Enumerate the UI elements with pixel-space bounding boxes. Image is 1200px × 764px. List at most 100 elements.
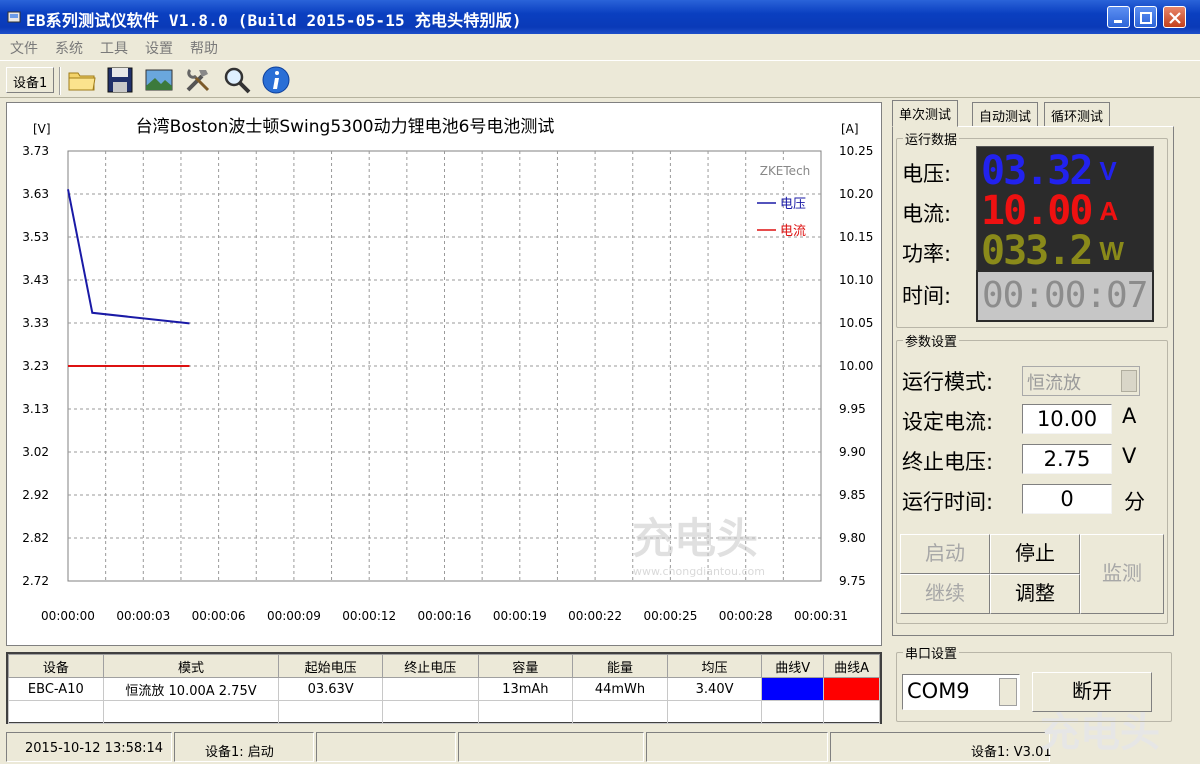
run-data-title: 运行数据 xyxy=(903,129,960,148)
search-icon[interactable] xyxy=(221,64,253,96)
stop-button[interactable]: 停止 xyxy=(990,534,1080,574)
voltage-label: 电压: xyxy=(902,162,952,186)
x-tick: 00:00:19 xyxy=(493,609,547,623)
line-chart: 3.73 3.63 3.53 3.43 3.33 3.23 3.13 3.02 2.92 2.82… xyxy=(22,117,873,623)
brand-label: ZKETech xyxy=(760,164,811,178)
chart-panel: 3.73 3.63 3.53 3.43 3.33 3.23 3.13 3.02 2.92 2.82… xyxy=(6,102,882,646)
cell-device: EBC-A10 xyxy=(8,677,104,701)
cell-curve-v[interactable] xyxy=(761,677,825,701)
cell-end-voltage xyxy=(381,677,479,701)
start-button[interactable]: 启动 xyxy=(900,534,990,574)
y-tick-left: 2.92 xyxy=(22,488,49,502)
set-current-unit: A xyxy=(1122,404,1137,428)
x-tick: 00:00:31 xyxy=(794,609,848,623)
time-value: 00:00:07 xyxy=(982,275,1148,316)
table-row[interactable]: EBC-A10 恒流放 10.00A 2.75V 03.63V 13mAh 44… xyxy=(8,677,880,701)
menu-file[interactable]: 文件 xyxy=(10,38,38,58)
y-tick-right: 9.95 xyxy=(839,402,866,416)
menu-tools[interactable]: 工具 xyxy=(100,38,128,58)
maximize-button[interactable] xyxy=(1134,6,1157,28)
window-title: EB系列测试仪软件 V1.8.0 (Build 2015-05-15 充电头特别… xyxy=(26,11,522,30)
chart-watermark: 充电头 www.chongdiantou.com xyxy=(632,514,765,578)
col-end-voltage[interactable]: 终止电压 xyxy=(381,654,479,678)
curve-v-color-swatch xyxy=(762,678,824,700)
mode-value: 恒流放 xyxy=(1027,373,1081,394)
tools-icon[interactable] xyxy=(182,64,214,96)
chevron-down-icon xyxy=(1121,370,1137,392)
cell-energy: 44mWh xyxy=(572,677,668,701)
y-tick-left: 2.82 xyxy=(22,531,49,545)
tab-auto-test[interactable]: 自动测试 xyxy=(972,102,1039,126)
y-tick-left: 3.33 xyxy=(22,316,49,330)
y-tick-right: 9.75 xyxy=(839,574,866,588)
col-device[interactable]: 设备 xyxy=(8,654,104,678)
title-bar: EB系列测试仪软件 V1.8.0 (Build 2015-05-15 充电头特别… xyxy=(0,0,1200,34)
adjust-button[interactable]: 调整 xyxy=(990,574,1080,614)
status-bar: 2015-10-12 13:58:14 设备1: 启动 设备1: V3.01 xyxy=(0,730,1200,764)
power-readout: 033.2 W xyxy=(981,231,1124,271)
continue-button[interactable]: 继续 xyxy=(900,574,990,614)
status-device-state: 设备1: 启动 xyxy=(174,732,314,762)
y-tick-left: 3.13 xyxy=(22,402,49,416)
set-current-input[interactable]: 10.00 xyxy=(1022,404,1112,434)
menu-bar: 文件 系统 工具 设置 帮助 xyxy=(0,34,1200,58)
y-tick-right: 10.20 xyxy=(839,187,873,201)
status-time: 2015-10-12 13:58:14 xyxy=(6,732,172,762)
minimize-button[interactable] xyxy=(1107,6,1130,28)
current-label: 电流: xyxy=(902,202,952,226)
mode-select[interactable]: 恒流放 xyxy=(1022,366,1140,396)
toolbar: 设备1 xyxy=(0,60,1200,98)
params-title: 参数设置 xyxy=(903,331,960,350)
status-cell-3 xyxy=(316,732,456,762)
cell-capacity: 13mAh xyxy=(477,677,574,701)
end-voltage-label: 终止电压: xyxy=(902,450,994,474)
col-curve-v[interactable]: 曲线V xyxy=(761,654,825,678)
info-icon[interactable] xyxy=(260,64,292,96)
time-label: 时间: xyxy=(902,284,952,308)
power-unit: W xyxy=(1099,236,1124,266)
y-tick-right: 10.15 xyxy=(839,230,873,244)
monitor-button[interactable]: 监测 xyxy=(1080,534,1164,614)
com-port-select[interactable]: COM9 xyxy=(902,674,1020,710)
device-tab[interactable]: 设备1 xyxy=(6,67,55,93)
x-tick: 00:00:25 xyxy=(643,609,697,623)
save-icon[interactable] xyxy=(104,64,136,96)
x-tick: 00:00:06 xyxy=(192,609,246,623)
legend-current: 电流 xyxy=(780,224,806,239)
folder-icon[interactable] xyxy=(66,64,98,96)
voltage-unit: V xyxy=(1099,156,1117,186)
menu-settings[interactable]: 设置 xyxy=(145,38,173,58)
set-current-label: 设定电流: xyxy=(902,410,994,434)
table-header-row: 设备 模式 起始电压 终止电压 容量 能量 均压 曲线V 曲线A xyxy=(8,654,880,678)
cell-curve-a[interactable] xyxy=(823,677,880,701)
col-curve-a[interactable]: 曲线A xyxy=(823,654,880,678)
col-capacity[interactable]: 容量 xyxy=(477,654,574,678)
col-avg-voltage[interactable]: 均压 xyxy=(666,654,763,678)
results-grid: 设备 模式 起始电压 终止电压 容量 能量 均压 曲线V 曲线A EBC-A10… xyxy=(8,654,880,724)
run-time-unit: 分 xyxy=(1124,490,1145,514)
current-readout: 10.00 A xyxy=(981,191,1118,231)
close-button[interactable] xyxy=(1163,6,1186,28)
image-icon[interactable] xyxy=(143,64,175,96)
menu-help[interactable]: 帮助 xyxy=(190,38,218,58)
col-mode[interactable]: 模式 xyxy=(102,654,280,678)
col-energy[interactable]: 能量 xyxy=(572,654,668,678)
power-label: 功率: xyxy=(902,242,952,266)
y-tick-left: 3.02 xyxy=(22,445,49,459)
run-time-input[interactable]: 0 xyxy=(1022,484,1112,514)
status-version: 设备1: V3.01 xyxy=(830,732,1052,762)
y-tick-right: 10.05 xyxy=(839,316,873,330)
col-start-voltage[interactable]: 起始电压 xyxy=(278,654,383,678)
x-tick: 00:00:22 xyxy=(568,609,622,623)
right-axis-unit: [A] xyxy=(841,122,859,136)
disconnect-button[interactable]: 断开 xyxy=(1032,672,1152,712)
tab-cycle-test[interactable]: 循环测试 xyxy=(1044,102,1111,126)
end-voltage-input[interactable]: 2.75 xyxy=(1022,444,1112,474)
menu-system[interactable]: 系统 xyxy=(55,38,83,58)
close-icon xyxy=(1169,12,1181,24)
y-tick-right: 9.80 xyxy=(839,531,866,545)
x-tick: 00:00:09 xyxy=(267,609,321,623)
mode-label: 运行模式: xyxy=(902,370,994,394)
tab-single-test[interactable]: 单次测试 xyxy=(892,100,959,127)
power-value: 033.2 xyxy=(981,228,1093,274)
